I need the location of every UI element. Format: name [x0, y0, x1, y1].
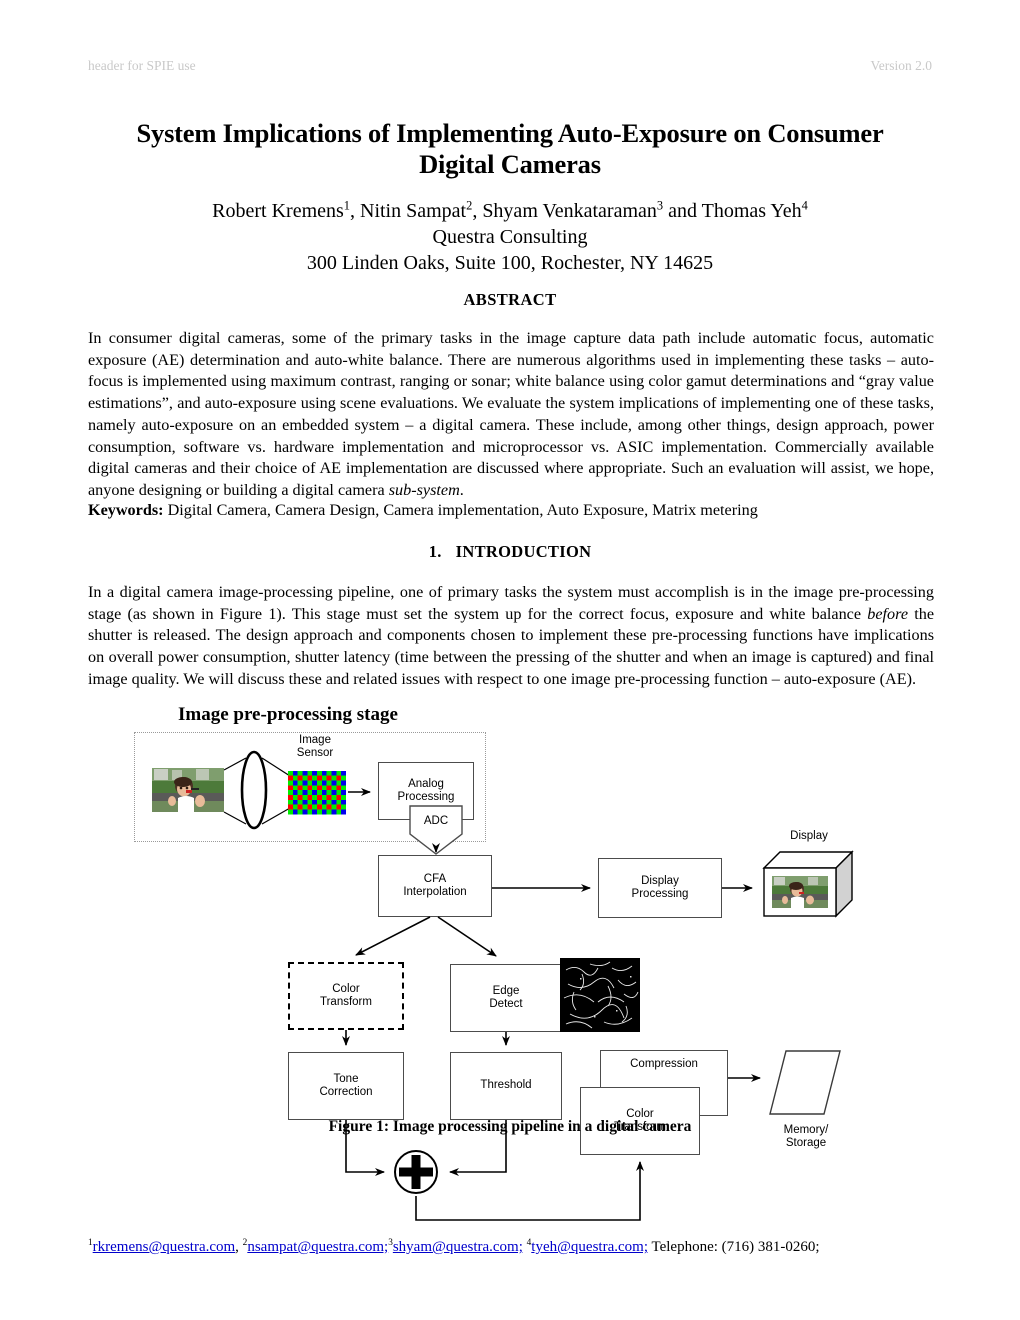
figure-1: Image pre-processing stage Image Sensor …: [120, 700, 900, 1221]
abstract-heading: ABSTRACT: [463, 290, 557, 309]
author-block: Robert Kremens1, Nitin Sampat2, Shyam Ve…: [110, 198, 910, 276]
keywords-value: Digital Camera, Camera Design, Camera im…: [163, 501, 758, 519]
section-title: INTRODUCTION: [455, 542, 592, 561]
abstract-paragraph-part2: .: [459, 480, 464, 499]
figure-connectors: [342, 788, 761, 1221]
keywords-label: Keywords:: [88, 501, 164, 519]
figure-caption: Figure 1: Image processing pipeline in a…: [328, 1118, 692, 1135]
address: 300 Linden Oaks, Suite 100, Rochester, N…: [306, 252, 714, 274]
footnote-separator: ,: [235, 1239, 243, 1255]
adder-node: [392, 1148, 440, 1196]
author-names: Robert Kremens1, Nitin Sampat2, Shyam Ve…: [110, 198, 910, 224]
page-title: System Implications of Implementing Auto…: [136, 118, 884, 179]
author-name: , Shyam Venkataraman: [472, 200, 657, 222]
abstract-text: In consumer digital cameras, some of the…: [88, 328, 934, 502]
header-right-version: Version 2.0: [870, 58, 933, 73]
footnote-contacts: 1rkremens@questra.com, 2nsampat@questra.…: [88, 1238, 948, 1257]
abstract-paragraph-part1: In consumer digital cameras, some of the…: [88, 329, 934, 499]
abstract-italic-term: sub-system: [388, 480, 460, 499]
header-left-text: header for SPIE use: [88, 58, 196, 73]
author-name: Robert Kremens: [212, 200, 344, 222]
intro-italic-term: before: [867, 604, 909, 623]
affiliation: Questra Consulting: [432, 226, 588, 248]
keywords-line: Keywords: Digital Camera, Camera Design,…: [88, 500, 934, 522]
email-link[interactable]: nsampat@questra.com;: [247, 1239, 388, 1255]
footnote-telephone: Telephone: (716) 381-0260;: [651, 1239, 820, 1255]
intro-part1: In a digital camera image-processing pip…: [88, 583, 934, 623]
email-link[interactable]: rkremens@questra.com: [93, 1239, 236, 1255]
email-link[interactable]: shyam@questra.com;: [393, 1239, 523, 1255]
running-header: header for SPIE use Version 2.0: [88, 58, 932, 74]
introduction-text: In a digital camera image-processing pip…: [88, 582, 934, 691]
email-link[interactable]: tyeh@questra.com;: [531, 1239, 648, 1255]
author-name: , Nitin Sampat: [350, 200, 467, 222]
document-page: header for SPIE use Version 2.0 System I…: [0, 0, 1020, 1320]
author-footnote-marker: 4: [801, 198, 808, 213]
section-number: 1.: [428, 542, 442, 561]
author-name: and Thomas Yeh: [663, 200, 802, 222]
section-heading-introduction: 1. INTRODUCTION: [110, 542, 910, 562]
